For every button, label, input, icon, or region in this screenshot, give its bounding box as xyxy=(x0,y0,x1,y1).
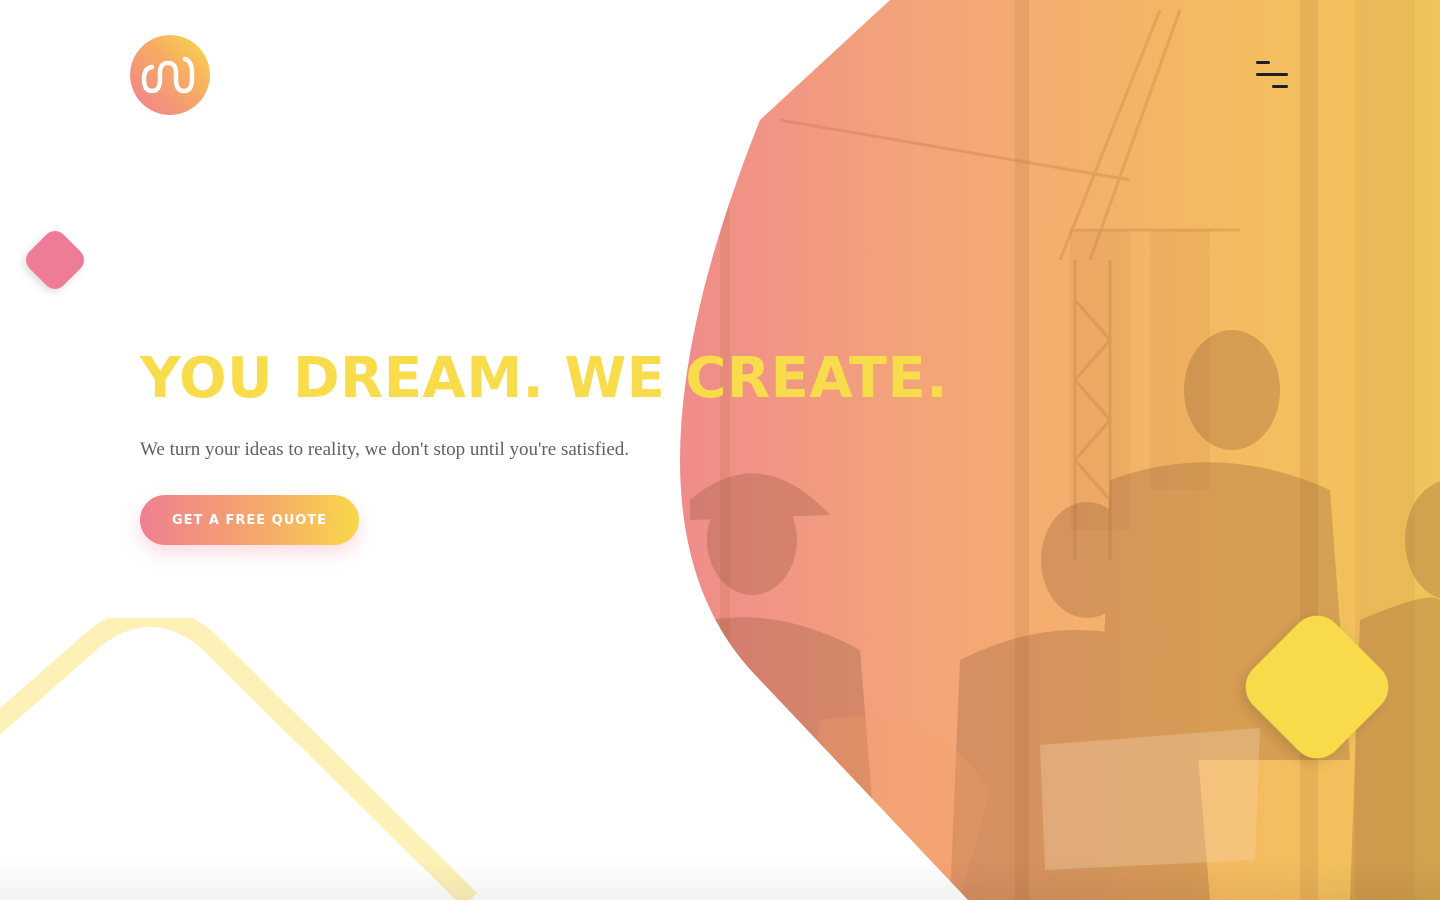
pink-diamond-decoration xyxy=(14,219,96,301)
landing-page: YOU DREAM. WE CREATE. We turn your ideas… xyxy=(0,0,1440,900)
brand-logo[interactable] xyxy=(130,35,210,115)
hero-title: YOU DREAM. WE CREATE. xyxy=(140,346,949,411)
hero-subtitle: We turn your ideas to reality, we don't … xyxy=(140,439,630,460)
menu-bar-top xyxy=(1256,61,1270,64)
outline-diamond-decoration xyxy=(0,607,480,900)
infinity-loops-logo-icon xyxy=(130,35,210,115)
yellow-diamond-decoration xyxy=(1222,592,1412,782)
get-quote-button[interactable]: GET A FREE QUOTE xyxy=(140,495,359,545)
bottom-edge-shadow xyxy=(0,860,1440,900)
menu-bar-middle xyxy=(1256,73,1288,76)
menu-bar-bottom xyxy=(1272,85,1288,88)
hamburger-menu-icon[interactable] xyxy=(1252,56,1292,94)
